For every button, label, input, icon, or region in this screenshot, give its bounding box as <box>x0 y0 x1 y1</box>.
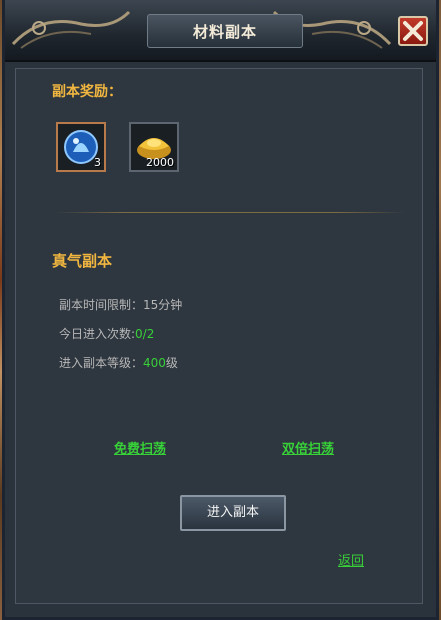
reward-count: 3 <box>94 156 101 169</box>
entries-value: 0/2 <box>135 327 155 341</box>
dungeon-name: 真气副本 <box>52 252 113 270</box>
dungeon-window: 材料副本 副本奖励： 3 2000 真气副本 副本时间限制：15分钟 今日进入次… <box>2 0 439 620</box>
free-sweep-link[interactable]: 免费扫荡 <box>114 438 166 457</box>
time-limit-row: 副本时间限制：15分钟 <box>59 296 182 313</box>
reward-count: 2000 <box>146 156 174 169</box>
time-limit-label: 副本时间限制： <box>59 298 144 312</box>
reward-slot-orb[interactable]: 3 <box>56 122 106 172</box>
enter-dungeon-button[interactable]: 进入副本 <box>180 495 286 531</box>
content-panel: 副本奖励： 3 2000 真气副本 副本时间限制：15分钟 今日进入次数:0/2… <box>15 68 423 604</box>
title-plate: 材料副本 <box>147 14 303 48</box>
level-label: 进入副本等级： <box>59 356 144 370</box>
ornament-left-icon <box>11 10 131 49</box>
close-button[interactable] <box>398 16 428 46</box>
reward-slot-gold[interactable]: 2000 <box>129 122 179 172</box>
close-icon <box>403 21 423 41</box>
level-row: 进入副本等级：400级 <box>59 354 178 371</box>
entries-label: 今日进入次数: <box>59 327 136 341</box>
divider <box>54 212 406 213</box>
double-sweep-link[interactable]: 双倍扫荡 <box>282 438 334 457</box>
window-title: 材料副本 <box>192 23 257 41</box>
level-value: 400 <box>143 356 166 370</box>
level-unit: 级 <box>165 356 178 370</box>
title-bar: 材料副本 <box>5 0 436 62</box>
entries-row: 今日进入次数:0/2 <box>59 325 154 342</box>
back-link[interactable]: 返回 <box>338 550 364 569</box>
rewards-heading: 副本奖励： <box>52 84 122 100</box>
time-limit-value: 15分钟 <box>143 298 183 312</box>
